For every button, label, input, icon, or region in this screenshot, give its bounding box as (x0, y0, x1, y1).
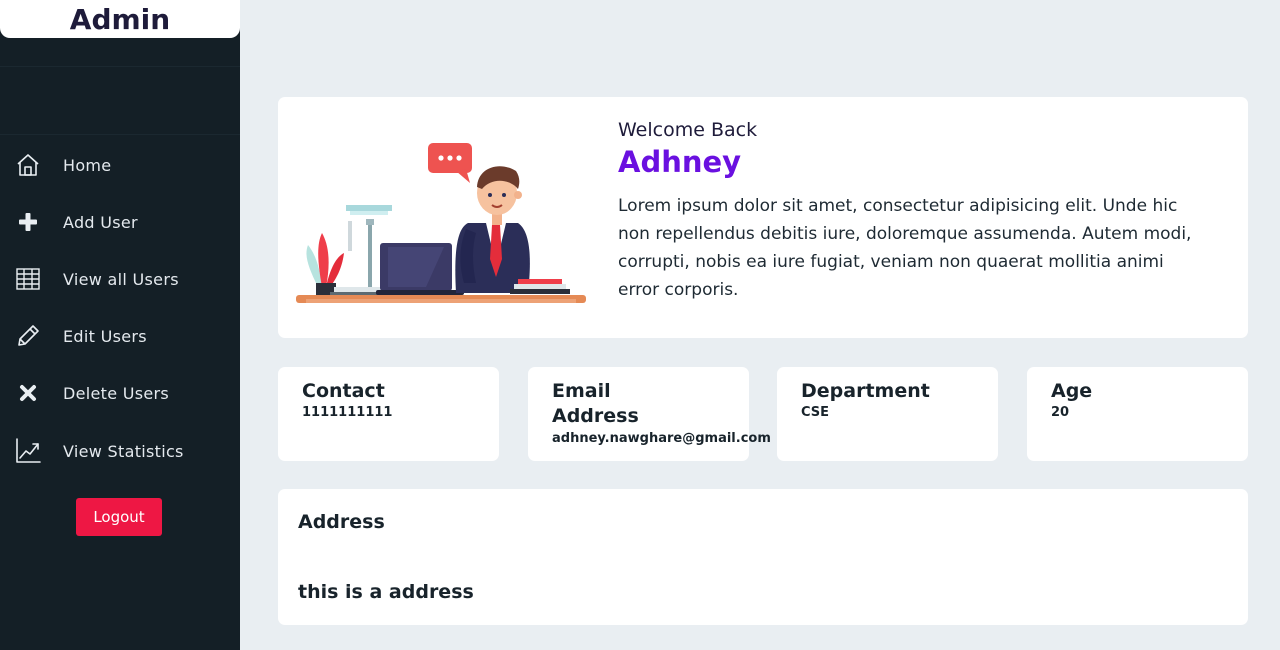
address-value: this is a address (298, 581, 474, 603)
info-title: Age (1051, 380, 1093, 402)
brand-title: Admin (69, 2, 171, 36)
sidebar-item-label: Add User (63, 212, 138, 232)
welcome-card: Welcome Back Adhney Lorem ipsum dolor si… (278, 97, 1248, 338)
email-card: Email Address adhney.nawghare@gmail.com (528, 367, 771, 461)
office-worker-illustration (296, 143, 586, 303)
brand-header: Admin (0, 0, 240, 38)
sidebar-item-view-all-users[interactable]: View all Users (0, 259, 240, 299)
address-card: Address this is a address (278, 489, 1248, 625)
home-icon (14, 151, 42, 179)
divider (0, 134, 240, 135)
welcome-description: Lorem ipsum dolor sit amet, consectetur … (618, 196, 1192, 300)
sidebar-item-edit-users[interactable]: Edit Users (0, 316, 240, 356)
department-card: Department CSE (777, 367, 998, 461)
info-value: 1111111111 (302, 405, 393, 420)
sidebar-item-label: View all Users (63, 269, 179, 289)
table-icon (14, 265, 42, 293)
sidebar-item-label: Home (63, 155, 112, 175)
sidebar-item-add-user[interactable]: Add User (0, 202, 240, 242)
sidebar-item-delete-users[interactable]: Delete Users (0, 373, 240, 413)
user-name: Adhney (618, 145, 742, 179)
logout-button[interactable]: Logout (76, 498, 162, 536)
info-title: Email Address (552, 380, 639, 427)
divider (0, 66, 240, 67)
age-card: Age 20 (1027, 367, 1248, 461)
info-title: Department (801, 380, 930, 402)
address-title: Address (298, 511, 385, 533)
sidebar-item-label: Delete Users (63, 383, 170, 403)
pencil-icon (14, 322, 42, 350)
welcome-greeting: Welcome Back (618, 119, 758, 141)
info-value: CSE (801, 405, 830, 420)
info-value: adhney.nawghare@gmail.com (552, 431, 771, 446)
sidebar-item-label: View Statistics (63, 441, 184, 461)
info-title: Contact (302, 380, 385, 402)
plus-icon (14, 208, 42, 236)
sidebar-item-label: Edit Users (63, 326, 147, 346)
sidebar-item-view-statistics[interactable]: View Statistics (0, 431, 240, 471)
contact-card: Contact 1111111111 (278, 367, 499, 461)
chart-line-icon (14, 437, 42, 465)
info-value: 20 (1051, 405, 1070, 420)
close-icon (14, 379, 42, 407)
sidebar: Admin Home Add User View all Users Edit … (0, 0, 240, 650)
sidebar-item-home[interactable]: Home (0, 145, 240, 185)
